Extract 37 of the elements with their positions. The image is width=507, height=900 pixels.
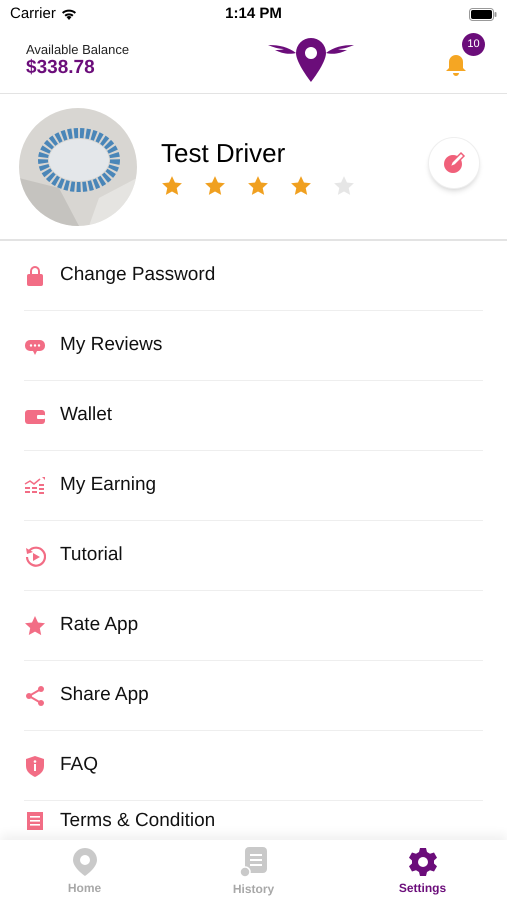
clock-time: 1:14 PM — [225, 4, 282, 24]
menu-item[interactable]: FAQ — [24, 731, 483, 801]
battery-icon — [468, 8, 497, 20]
replay-icon — [24, 544, 46, 566]
settings-icon — [408, 847, 438, 877]
wifi-icon — [60, 7, 78, 21]
notification-button[interactable]: 10 — [445, 32, 485, 80]
driver-name: Test Driver — [161, 137, 286, 169]
pencil-icon — [442, 150, 466, 174]
filled-star-icon — [204, 175, 226, 196]
balance-amount: $338.78 — [26, 56, 96, 78]
shield-info-icon — [24, 754, 46, 776]
document-icon — [24, 810, 46, 832]
bar-chart-icon — [24, 474, 46, 496]
menu-item[interactable]: Change Password — [24, 241, 483, 311]
menu-item[interactable]: Wallet — [24, 381, 483, 451]
receipt-list-icon — [238, 846, 268, 878]
share-icon — [24, 684, 46, 706]
carrier-label: Carrier — [10, 4, 56, 24]
notification-count-badge: 10 — [462, 32, 485, 56]
menu-item[interactable]: Tutorial — [24, 521, 483, 591]
menu-item[interactable]: My Reviews — [24, 311, 483, 381]
tab-bar-item[interactable]: Settings — [338, 840, 507, 900]
filled-star-icon — [161, 175, 183, 196]
menu-item[interactable]: Rate App — [24, 591, 483, 661]
menu-item[interactable]: Share App — [24, 661, 483, 731]
star-icon — [24, 614, 46, 636]
location-pin-icon — [72, 847, 98, 877]
menu-item[interactable]: Terms & Condition — [24, 801, 483, 837]
lock-icon — [24, 264, 46, 286]
menu-item[interactable]: My Earning — [24, 451, 483, 521]
filled-star-icon — [290, 175, 312, 196]
balance-label: Available Balance — [26, 42, 130, 56]
bell-icon — [445, 52, 467, 76]
edit-profile-button[interactable] — [428, 136, 480, 188]
empty-star-icon — [333, 175, 355, 196]
filled-star-icon — [247, 175, 269, 196]
